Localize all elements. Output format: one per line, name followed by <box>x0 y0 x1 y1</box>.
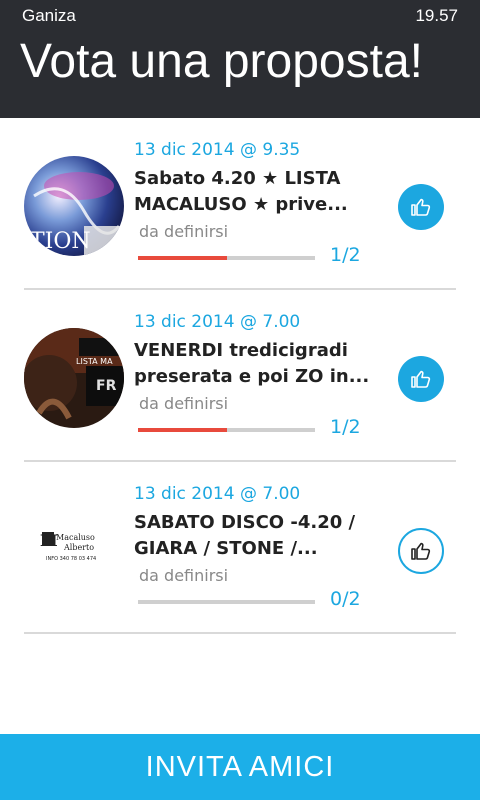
svg-text:FR: FR <box>96 378 117 394</box>
like-button[interactable] <box>398 184 444 230</box>
proposal-title-line1: VENERDI tredicigradi <box>134 340 348 361</box>
event-logo: M Macaluso Alberto INFO 340 78 03 474 <box>24 500 124 600</box>
logo-sub-text: Alberto <box>63 543 94 552</box>
event-image-text: TION <box>30 229 91 254</box>
event-image: LISTA MA FR <box>24 328 124 428</box>
thumbs-up-icon <box>411 370 431 388</box>
invite-friends-label: INVITA AMICI <box>145 750 335 783</box>
proposal-title-line2: GIARA / STONE /... <box>134 538 318 559</box>
vote-progress-fill <box>138 428 227 432</box>
proposal-item[interactable]: M Macaluso Alberto INFO 340 78 03 474 13… <box>0 462 480 634</box>
proposal-date: 13 dic 2014 @ 7.00 <box>134 312 301 332</box>
logo-main-text: Macaluso <box>56 533 95 542</box>
proposal-title-line2: preserata e poi ZO in... <box>134 366 370 387</box>
like-button[interactable] <box>398 356 444 402</box>
proposal-place: da definirsi <box>139 222 229 241</box>
logo-info-text: INFO 340 78 03 474 <box>46 556 96 562</box>
proposal-place: da definirsi <box>139 566 229 585</box>
status-app-name: Ganiza <box>22 6 76 25</box>
page-title: Vota una proposta! <box>20 35 423 88</box>
app-header: Ganiza 19.57 Vota una proposta! <box>0 0 480 118</box>
divider <box>24 632 456 634</box>
vote-count: 1/2 <box>330 244 361 266</box>
event-image-text: LISTA MA <box>76 357 113 366</box>
proposal-title: Sabato 4.20 ★ LISTA MACALUSO ★ prive... <box>134 166 374 218</box>
vote-count: 1/2 <box>330 416 361 438</box>
proposal-list: TION 13 dic 2014 @ 9.35 Sabato 4.20 ★ LI… <box>0 118 480 634</box>
proposal-title-line1: Sabato 4.20 ★ LISTA <box>134 168 341 189</box>
thumbs-up-icon <box>411 198 431 216</box>
vote-progress-fill <box>138 256 227 260</box>
proposal-place: da definirsi <box>139 394 229 413</box>
status-clock: 19.57 <box>415 6 458 25</box>
vote-progress-bar <box>138 256 315 260</box>
proposal-title-line2: MACALUSO ★ prive... <box>134 194 348 215</box>
proposal-item[interactable]: LISTA MA FR 13 dic 2014 @ 7.00 VENERDI t… <box>0 290 480 462</box>
vote-progress-bar <box>138 600 315 604</box>
proposal-title-line1: SABATO DISCO -4.20 / <box>134 512 356 533</box>
proposal-item[interactable]: TION 13 dic 2014 @ 9.35 Sabato 4.20 ★ LI… <box>0 118 480 290</box>
like-button[interactable] <box>398 528 444 574</box>
proposal-title: VENERDI tredicigradi preserata e poi ZO … <box>134 338 374 390</box>
proposal-title: SABATO DISCO -4.20 / GIARA / STONE /... <box>134 510 374 562</box>
proposal-date: 13 dic 2014 @ 7.00 <box>134 484 301 504</box>
proposal-date: 13 dic 2014 @ 9.35 <box>134 140 301 160</box>
vote-progress-bar <box>138 428 315 432</box>
event-image: TION <box>24 156 124 256</box>
invite-friends-button[interactable]: INVITA AMICI <box>0 734 480 800</box>
thumbs-up-icon <box>411 542 431 560</box>
vote-count: 0/2 <box>330 588 361 610</box>
